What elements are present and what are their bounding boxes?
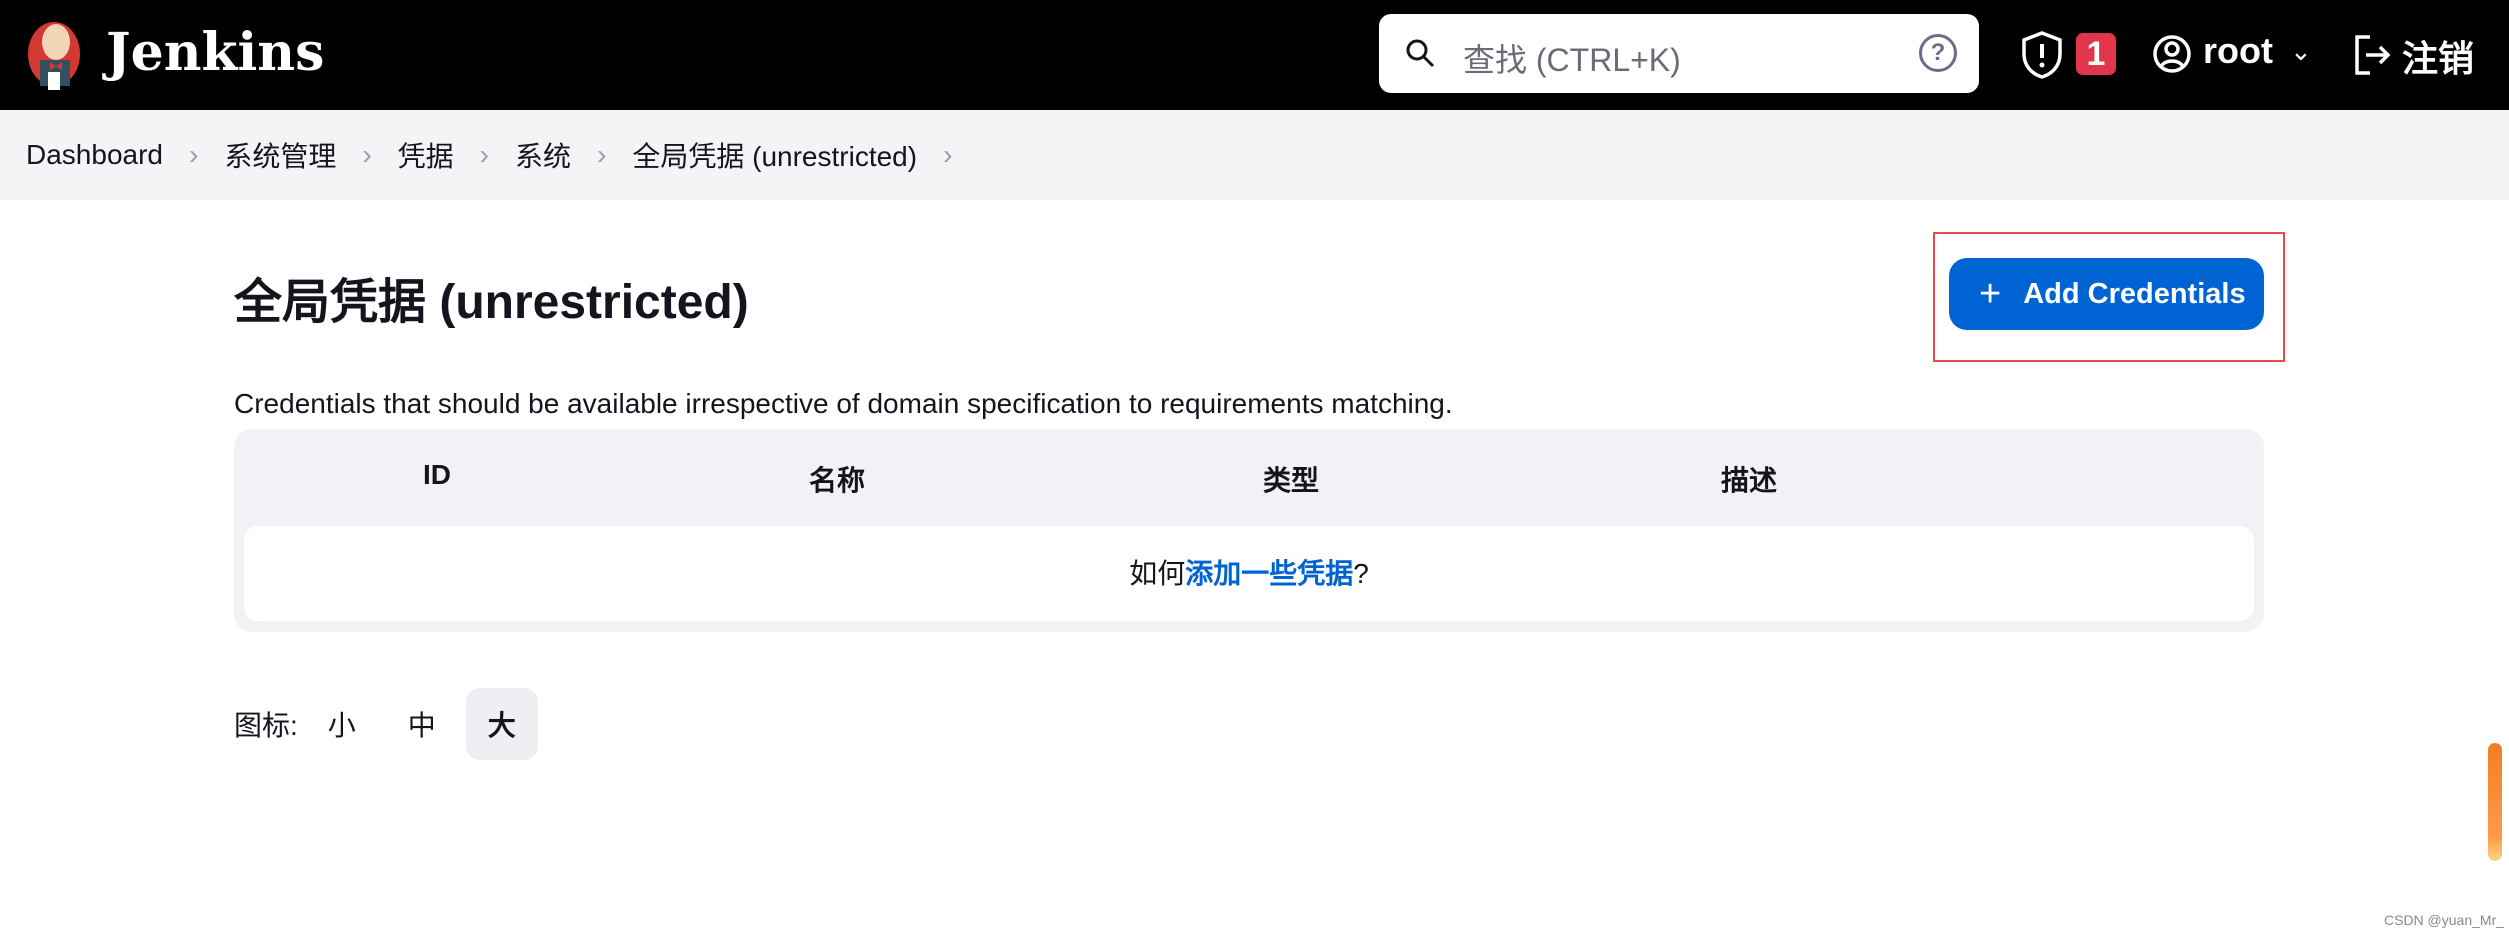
page-title: 全局凭据 (unrestricted) [234,276,749,329]
logout-link[interactable]: 注销 [2402,30,2474,82]
jenkins-logo-icon[interactable] [26,14,86,94]
breadcrumb-credentials[interactable]: 凭据 [398,135,454,175]
column-header-name[interactable]: 名称 [809,459,865,499]
credentials-table: ID 名称 类型 描述 如何添加一些凭据? [234,429,2264,632]
chevron-right-icon: › [479,139,489,170]
top-bar: Jenkins 查找 (CTRL+K) ? 1 root ⌄ 注销 [0,0,2509,110]
plus-icon: + [1979,272,2002,315]
page-description: Credentials that should be available irr… [234,388,1453,419]
breadcrumb-system[interactable]: 系统 [515,135,571,175]
empty-suffix: ? [1353,558,1369,589]
add-credentials-button[interactable]: + Add Credentials [1949,258,2264,330]
column-header-type[interactable]: 类型 [1263,459,1319,499]
chevron-right-icon: › [362,139,372,170]
alert-count-badge[interactable]: 1 [2076,33,2116,75]
logout-icon[interactable] [2352,32,2392,78]
breadcrumb-manage[interactable]: 系统管理 [224,135,336,175]
search-input[interactable]: 查找 (CTRL+K) [1463,35,1681,81]
empty-state-row: 如何添加一些凭据? [244,526,2254,621]
icon-size-large[interactable]: 大 [465,688,538,760]
icon-size-small[interactable]: 小 [306,688,378,760]
icon-size-medium[interactable]: 中 [386,688,458,760]
search-icon [1406,39,1435,68]
chevron-right-icon: › [597,139,607,170]
chevron-down-icon[interactable]: ⌄ [2290,36,2312,67]
scrollbar[interactable] [2488,743,2502,861]
breadcrumb: Dashboard › 系统管理 › 凭据 › 系统 › 全局凭据 (unrestric… [0,110,2509,200]
user-menu[interactable]: root [2203,30,2273,72]
security-alert-icon[interactable] [2020,30,2064,80]
column-header-id[interactable]: ID [423,459,451,491]
user-icon[interactable] [2152,30,2192,78]
empty-prefix: 如何 [1129,558,1186,589]
icon-size-selector: 图标: 小 中 大 [234,688,538,760]
breadcrumb-dashboard[interactable]: Dashboard [26,139,163,171]
brand-name[interactable]: Jenkins [106,22,324,83]
breadcrumb-global[interactable]: 全局凭据 (unrestricted) [632,135,917,175]
add-credentials-link[interactable]: 添加一些凭据 [1185,558,1353,589]
add-credentials-label: Add Credentials [2023,277,2246,310]
watermark: CSDN @yuan_Mr_ [2384,912,2505,928]
chevron-right-icon: › [188,139,199,170]
chevron-right-icon[interactable]: › [943,139,952,171]
help-icon[interactable]: ? [1919,34,1957,72]
column-header-description[interactable]: 描述 [1721,459,1777,499]
search-box[interactable]: 查找 (CTRL+K) ? [1379,14,1979,93]
icon-size-label: 图标: [234,710,298,741]
